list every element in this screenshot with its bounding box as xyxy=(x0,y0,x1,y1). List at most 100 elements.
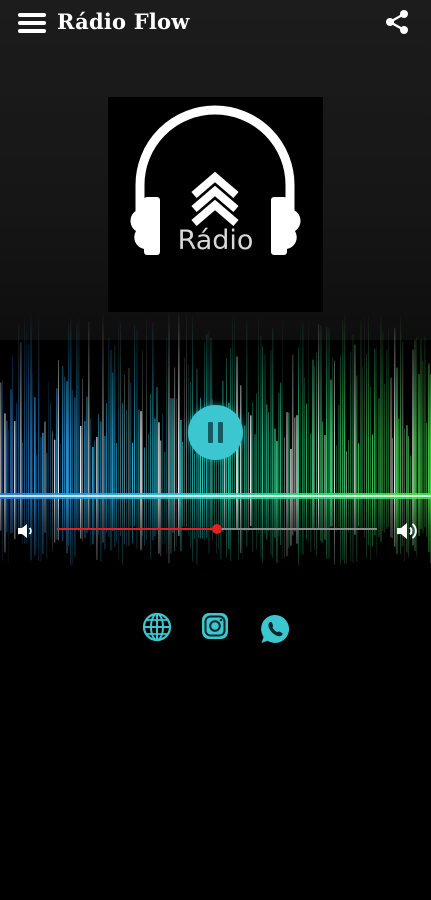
visualizer-bar xyxy=(114,344,116,548)
visualizer-bar xyxy=(368,311,369,546)
whatsapp-icon[interactable] xyxy=(258,612,292,646)
logo-text: Rádio xyxy=(177,225,254,256)
visualizer-bar xyxy=(60,443,61,534)
visualizer-bar xyxy=(246,320,248,547)
visualizer-bar xyxy=(72,389,73,565)
visualizer-bar xyxy=(46,452,48,560)
visualizer-bar xyxy=(178,310,180,536)
visualizer-bar xyxy=(136,328,138,549)
visualizer-bar xyxy=(278,392,280,537)
volume-thumb[interactable] xyxy=(212,524,222,534)
visualizer-bar xyxy=(148,433,150,531)
visualizer-bar xyxy=(348,440,349,533)
visualizer-bar xyxy=(152,322,154,541)
visualizer-bar xyxy=(362,366,363,529)
visualizer-bar xyxy=(312,359,315,530)
visualizer-bar xyxy=(250,415,252,527)
visualizer-bar xyxy=(2,380,3,562)
visualizer-bar xyxy=(50,402,51,538)
visualizer-bar xyxy=(364,314,365,538)
app-title: Rádio Flow xyxy=(57,9,190,34)
visualizer-bar xyxy=(154,418,156,537)
visualizer-bar xyxy=(122,403,124,566)
visualizer-bar xyxy=(266,404,268,540)
visualizer-bar xyxy=(292,354,294,536)
visualizer-bar xyxy=(112,372,114,531)
visualizer-bar xyxy=(108,337,110,538)
visualizer-bar xyxy=(38,310,40,561)
volume-fill xyxy=(57,528,217,530)
visualizer-bar xyxy=(124,374,125,545)
visualizer-bar xyxy=(48,381,49,538)
visualizer-bar xyxy=(276,441,278,563)
pause-button[interactable] xyxy=(188,405,243,460)
hamburger-menu-icon[interactable] xyxy=(18,10,46,36)
instagram-icon[interactable] xyxy=(198,609,232,643)
visualizer-bar xyxy=(426,422,427,537)
visualizer-bar xyxy=(106,403,108,533)
visualizer-bar xyxy=(306,403,307,540)
visualizer-bar xyxy=(428,363,430,553)
visualizer-bar xyxy=(378,398,380,537)
visualizer-bar xyxy=(420,339,423,530)
visualizer-bar xyxy=(146,314,147,541)
visualizer-bar xyxy=(12,355,14,533)
globe-icon[interactable] xyxy=(140,610,174,644)
visualizer-bar xyxy=(264,354,267,534)
visualizer-bar xyxy=(268,412,269,532)
volume-low-icon[interactable] xyxy=(14,520,36,542)
visualizer-bar xyxy=(36,454,38,550)
visualizer-bar xyxy=(20,342,22,532)
visualizer-bar xyxy=(82,378,83,542)
visualizer-bar xyxy=(120,322,122,536)
visualizer-bar xyxy=(398,418,400,535)
visualizer-bar xyxy=(330,379,333,527)
visualizer-bar xyxy=(258,317,259,534)
visualizer-bar xyxy=(188,364,189,537)
visualizer-bar xyxy=(402,341,404,547)
visualizer-bar xyxy=(422,360,424,533)
visualizer-bar xyxy=(68,323,70,546)
visualizer-bar xyxy=(40,437,42,562)
visualizer-bar xyxy=(52,431,53,551)
visualizer-bar xyxy=(346,451,347,564)
visualizer-bar xyxy=(24,312,26,544)
visualizer-bar xyxy=(244,425,246,531)
visualizer-bar xyxy=(384,383,385,533)
visualizer-bar xyxy=(44,421,46,533)
visualizer-bar xyxy=(300,318,301,555)
share-icon[interactable] xyxy=(383,8,411,36)
visualizer-bar xyxy=(26,330,28,544)
app-bar: Rádio Flow xyxy=(0,0,431,46)
visualizer-bar xyxy=(56,388,58,540)
visualizer-bar xyxy=(18,323,20,536)
visualizer-bar xyxy=(6,420,8,533)
visualizer-bar xyxy=(390,377,393,538)
visualizer-bar xyxy=(254,434,257,530)
volume-high-icon[interactable] xyxy=(394,519,420,543)
visualizer-bar xyxy=(138,409,140,529)
visualizer-bar xyxy=(332,357,333,527)
station-logo: Rádio xyxy=(108,97,323,312)
volume-slider[interactable] xyxy=(57,521,377,537)
visualizer-bar xyxy=(16,403,18,530)
visualizer-bar xyxy=(128,368,130,546)
visualizer-bar xyxy=(28,344,29,537)
visualizer-bar xyxy=(338,404,340,527)
visualizer-bar xyxy=(358,443,360,527)
visualizer-bar xyxy=(392,438,393,539)
visualizer-bar xyxy=(220,444,222,560)
visualizer-bar xyxy=(382,331,384,532)
visualizer-bar xyxy=(4,413,6,553)
visualizer-bar xyxy=(32,372,33,539)
visualizer-bar xyxy=(386,349,388,529)
visualizer-bar xyxy=(10,389,13,534)
visualizer-bar xyxy=(294,417,296,532)
visualizer-bar xyxy=(374,349,376,536)
visualizer-bar xyxy=(184,357,185,527)
visualizer-bar xyxy=(102,314,104,543)
visualizer-bar xyxy=(304,377,305,531)
visualizer-bar xyxy=(64,376,66,531)
visualizer-bar xyxy=(336,445,337,533)
visualizer-bar xyxy=(58,360,60,541)
